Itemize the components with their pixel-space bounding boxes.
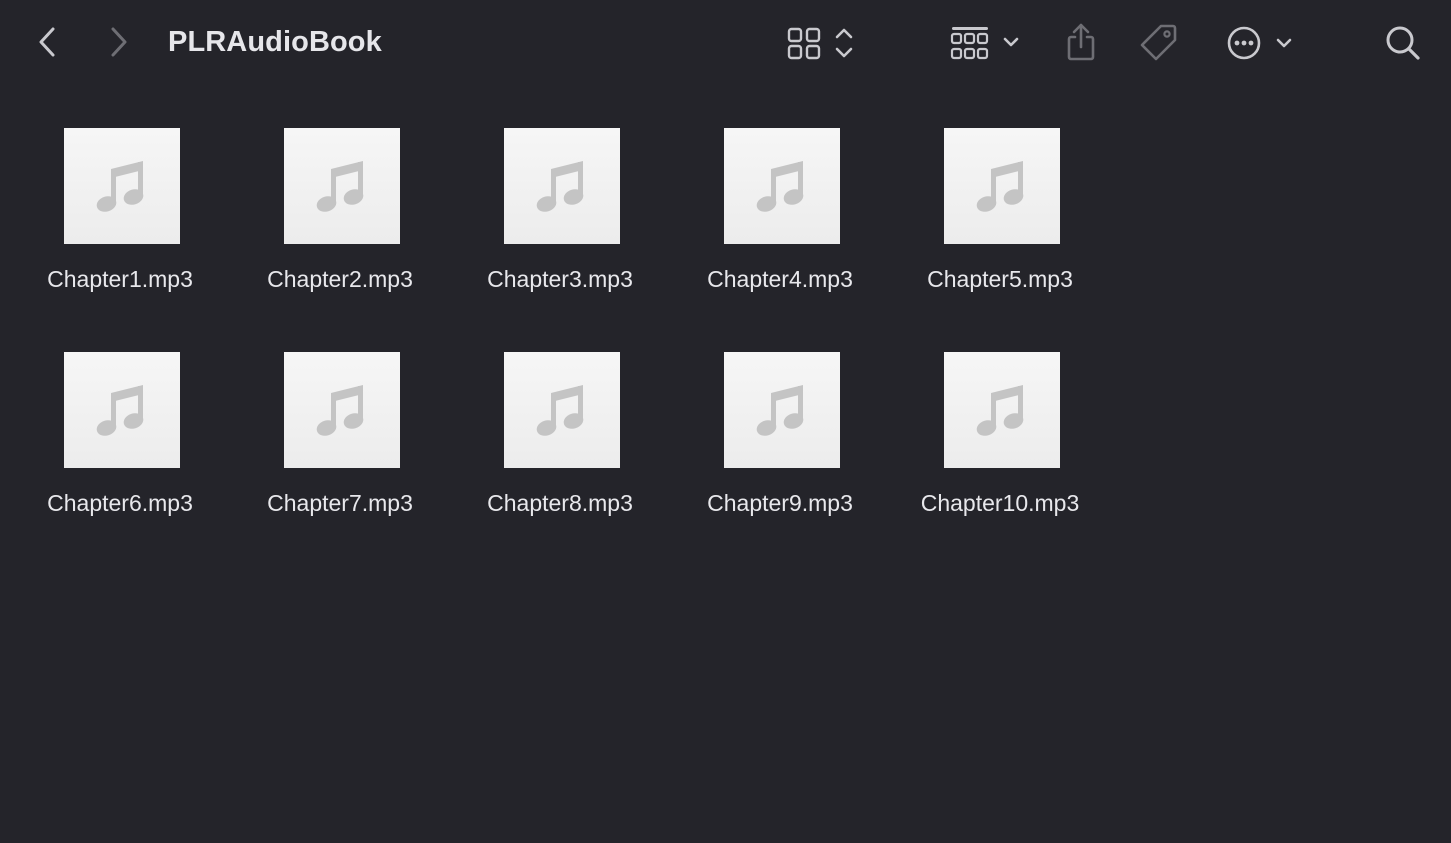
file-thumbnail bbox=[944, 128, 1060, 244]
group-by-button[interactable] bbox=[946, 22, 1026, 64]
file-item[interactable]: Chapter1.mp3 bbox=[10, 128, 230, 328]
file-item[interactable]: Chapter10.mp3 bbox=[890, 352, 1110, 552]
back-button[interactable] bbox=[30, 24, 64, 60]
share-icon bbox=[1067, 23, 1095, 61]
file-name: Chapter4.mp3 bbox=[707, 266, 853, 292]
music-note-icon bbox=[976, 161, 1024, 212]
music-note-icon bbox=[96, 385, 144, 436]
icon-grid-view-icon bbox=[787, 27, 853, 60]
more-actions-button[interactable] bbox=[1222, 22, 1298, 64]
file-name: Chapter3.mp3 bbox=[487, 266, 633, 292]
file-name: Chapter10.mp3 bbox=[920, 490, 1080, 516]
file-thumbnail bbox=[944, 352, 1060, 468]
file-thumbnail bbox=[64, 128, 180, 244]
chevron-left-icon bbox=[39, 27, 55, 57]
file-thumbnail bbox=[724, 352, 840, 468]
file-item[interactable]: Chapter3.mp3 bbox=[450, 128, 670, 328]
share-button[interactable] bbox=[1060, 20, 1102, 64]
file-item[interactable]: Chapter4.mp3 bbox=[670, 128, 890, 328]
music-note-icon bbox=[316, 385, 364, 436]
file-item[interactable]: Chapter8.mp3 bbox=[450, 352, 670, 552]
file-name: Chapter9.mp3 bbox=[707, 490, 853, 516]
group-by-icon bbox=[950, 27, 1019, 60]
file-name: Chapter7.mp3 bbox=[267, 490, 413, 516]
file-name: Chapter1.mp3 bbox=[47, 266, 193, 292]
file-name: Chapter5.mp3 bbox=[927, 266, 1073, 292]
ellipsis-circle-icon bbox=[1227, 26, 1292, 60]
file-thumbnail bbox=[504, 128, 620, 244]
view-mode-button[interactable] bbox=[784, 22, 860, 64]
music-note-icon bbox=[756, 161, 804, 212]
music-note-icon bbox=[536, 385, 584, 436]
forward-button[interactable] bbox=[102, 24, 136, 60]
tag-icon bbox=[1140, 24, 1177, 61]
finder-window: PLRAudioBook Chapter1.mp3 Chapter2.mp3 C… bbox=[0, 0, 1451, 843]
file-name: Chapter6.mp3 bbox=[47, 490, 193, 516]
file-item[interactable]: Chapter2.mp3 bbox=[230, 128, 450, 328]
search-icon bbox=[1386, 26, 1420, 60]
file-thumbnail bbox=[504, 352, 620, 468]
file-item[interactable]: Chapter6.mp3 bbox=[10, 352, 230, 552]
tag-button[interactable] bbox=[1137, 20, 1181, 64]
file-thumbnail bbox=[64, 352, 180, 468]
toolbar: PLRAudioBook bbox=[0, 0, 1451, 86]
search-button[interactable] bbox=[1382, 22, 1424, 64]
music-note-icon bbox=[96, 161, 144, 212]
chevron-right-icon bbox=[111, 27, 127, 57]
music-note-icon bbox=[536, 161, 584, 212]
file-item[interactable]: Chapter5.mp3 bbox=[890, 128, 1110, 328]
file-name: Chapter2.mp3 bbox=[267, 266, 413, 292]
music-note-icon bbox=[756, 385, 804, 436]
file-thumbnail bbox=[284, 128, 400, 244]
file-item[interactable]: Chapter7.mp3 bbox=[230, 352, 450, 552]
file-name: Chapter8.mp3 bbox=[487, 490, 633, 516]
file-item[interactable]: Chapter9.mp3 bbox=[670, 352, 890, 552]
music-note-icon bbox=[316, 161, 364, 212]
window-title: PLRAudioBook bbox=[168, 26, 382, 58]
file-thumbnail bbox=[284, 352, 400, 468]
file-thumbnail bbox=[724, 128, 840, 244]
music-note-icon bbox=[976, 385, 1024, 436]
